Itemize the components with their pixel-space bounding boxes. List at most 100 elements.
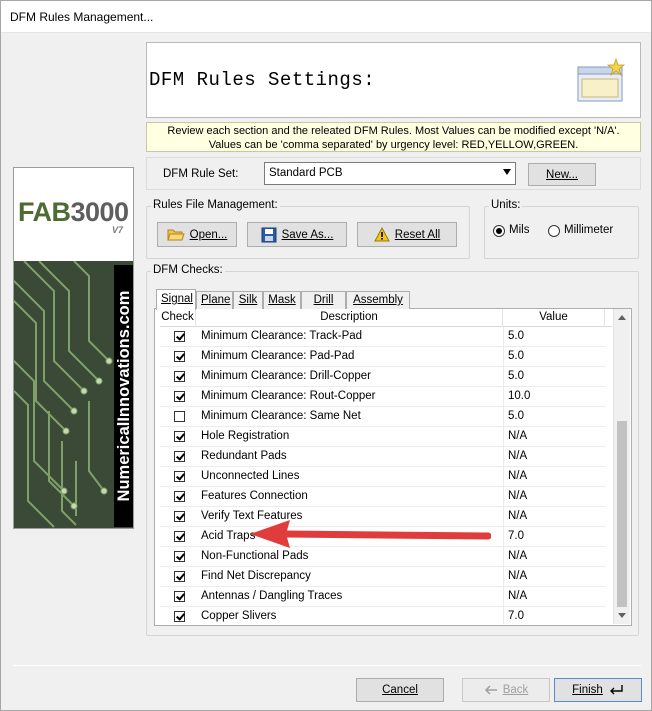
row-check-checkbox[interactable] bbox=[174, 431, 185, 442]
ruleset-label: DFM Rule Set: bbox=[163, 168, 239, 180]
tab-drill[interactable]: Drill bbox=[301, 291, 346, 309]
row-value[interactable]: 5.0 bbox=[508, 407, 524, 427]
settings-window-icon bbox=[577, 57, 626, 102]
folder-open-icon bbox=[166, 229, 185, 240]
row-check-checkbox[interactable] bbox=[174, 331, 185, 342]
row-value[interactable]: 7.0 bbox=[508, 607, 524, 624]
save-as-button[interactable]: Save As... bbox=[247, 222, 347, 247]
table-row[interactable]: Minimum Clearance: Track-Pad 5.0 bbox=[160, 327, 605, 347]
row-value[interactable]: N/A bbox=[508, 467, 527, 487]
table-row[interactable]: Minimum Clearance: Pad-Pad 5.0 bbox=[160, 347, 605, 367]
column-header-check[interactable]: Check bbox=[160, 309, 196, 327]
column-separator bbox=[503, 607, 504, 624]
finish-button[interactable]: Finish bbox=[554, 678, 642, 702]
row-description: Features Connection bbox=[201, 490, 308, 502]
row-value[interactable]: 10.0 bbox=[508, 387, 530, 407]
row-value[interactable]: N/A bbox=[508, 427, 527, 447]
tab-signal-label: Signal bbox=[161, 293, 193, 305]
column-separator bbox=[503, 347, 504, 367]
row-description: Antennas / Dangling Traces bbox=[201, 590, 343, 602]
tab-plane[interactable]: Plane bbox=[196, 291, 233, 309]
column-header-description[interactable]: Description bbox=[196, 309, 503, 327]
tab-plane-label: Plane bbox=[201, 294, 231, 306]
row-description: Redundant Pads bbox=[201, 450, 287, 462]
row-value[interactable]: N/A bbox=[508, 547, 527, 567]
dfm-rules-window: DFM Rules Management... DFM Rules Settin… bbox=[0, 0, 652, 711]
table-row[interactable]: Minimum Clearance: Same Net 5.0 bbox=[160, 407, 605, 427]
tab-drill-label: Drill bbox=[313, 294, 334, 306]
table-row[interactable]: Features Connection N/A bbox=[160, 487, 605, 507]
row-check-checkbox[interactable] bbox=[174, 531, 185, 542]
dfm-checks-group-label: DFM Checks: bbox=[151, 264, 225, 276]
row-value[interactable]: 5.0 bbox=[508, 367, 524, 387]
row-check-checkbox[interactable] bbox=[174, 511, 185, 522]
save-as-button-label: Save As... bbox=[281, 228, 334, 241]
row-description: Unconnected Lines bbox=[201, 470, 300, 482]
row-check-checkbox[interactable] bbox=[174, 591, 185, 602]
reset-all-button[interactable]: Reset All bbox=[357, 222, 457, 247]
column-header-value[interactable]: Value bbox=[503, 309, 605, 327]
row-value[interactable]: N/A bbox=[508, 587, 527, 607]
row-value[interactable]: N/A bbox=[508, 567, 527, 587]
row-check-checkbox[interactable] bbox=[174, 391, 185, 402]
tab-signal[interactable]: Signal bbox=[156, 289, 196, 310]
tab-silk[interactable]: Silk bbox=[233, 291, 263, 309]
column-separator bbox=[503, 387, 504, 407]
row-check-checkbox[interactable] bbox=[174, 451, 185, 462]
row-check-checkbox[interactable] bbox=[174, 471, 185, 482]
table-row[interactable]: Minimum Clearance: Rout-Copper 10.0 bbox=[160, 387, 605, 407]
warning-icon bbox=[373, 227, 390, 242]
ruleset-dropdown[interactable]: Standard PCB bbox=[264, 162, 516, 185]
units-radio-mils[interactable] bbox=[493, 225, 505, 237]
ruleset-selected-value: Standard PCB bbox=[269, 167, 343, 179]
new-ruleset-button[interactable]: New... bbox=[528, 163, 596, 186]
row-value[interactable]: N/A bbox=[508, 507, 527, 527]
table-row[interactable]: Unconnected Lines N/A bbox=[160, 467, 605, 487]
header-panel: DFM Rules Settings: bbox=[146, 42, 641, 118]
scroll-up-arrow-icon[interactable] bbox=[614, 309, 630, 326]
column-separator bbox=[503, 467, 504, 487]
row-check-checkbox[interactable] bbox=[174, 491, 185, 502]
row-value[interactable]: 7.0 bbox=[508, 527, 524, 547]
enter-arrow-icon bbox=[609, 685, 623, 695]
table-vertical-scrollbar[interactable] bbox=[613, 309, 630, 624]
row-description: Find Net Discrepancy bbox=[201, 570, 311, 582]
row-check-checkbox[interactable] bbox=[174, 551, 185, 562]
footer-divider bbox=[13, 665, 641, 666]
table-row[interactable]: Antennas / Dangling Traces N/A bbox=[160, 587, 605, 607]
row-check-checkbox[interactable] bbox=[174, 351, 185, 362]
row-check-checkbox[interactable] bbox=[174, 371, 185, 382]
floppy-disk-icon bbox=[261, 227, 277, 242]
back-arrow-icon bbox=[484, 685, 497, 695]
table-row[interactable]: Copper Slivers 7.0 bbox=[160, 607, 605, 624]
row-check-checkbox[interactable] bbox=[174, 411, 185, 422]
row-description: Minimum Clearance: Drill-Copper bbox=[201, 370, 371, 382]
row-check-checkbox[interactable] bbox=[174, 571, 185, 582]
tab-mask[interactable]: Mask bbox=[263, 291, 301, 309]
cancel-button[interactable]: Cancel bbox=[356, 678, 444, 702]
scroll-down-arrow-icon[interactable] bbox=[614, 607, 630, 624]
row-check-checkbox[interactable] bbox=[174, 611, 185, 622]
table-row[interactable]: Find Net Discrepancy N/A bbox=[160, 567, 605, 587]
table-row[interactable]: Hole Registration N/A bbox=[160, 427, 605, 447]
notice-line-2: Values can be 'comma separated' by urgen… bbox=[208, 139, 579, 151]
row-value[interactable]: N/A bbox=[508, 487, 527, 507]
scrollbar-thumb[interactable] bbox=[617, 421, 627, 607]
units-group bbox=[484, 206, 639, 259]
open-button[interactable]: Open... bbox=[157, 222, 237, 247]
row-value[interactable]: 5.0 bbox=[508, 327, 524, 347]
back-button[interactable]: Back bbox=[462, 678, 550, 702]
vendor-name: NumericalInnovations.com bbox=[115, 290, 133, 502]
row-value[interactable]: 5.0 bbox=[508, 347, 524, 367]
cancel-button-label: Cancel bbox=[382, 684, 418, 696]
units-radio-millimeter[interactable] bbox=[548, 225, 560, 237]
column-separator bbox=[503, 407, 504, 427]
table-row[interactable]: Redundant Pads N/A bbox=[160, 447, 605, 467]
units-option-mils: Mils bbox=[509, 224, 530, 236]
finish-button-label: Finish bbox=[572, 684, 603, 696]
back-button-label: Back bbox=[502, 684, 529, 696]
table-row[interactable]: Minimum Clearance: Drill-Copper 5.0 bbox=[160, 367, 605, 387]
row-value[interactable]: N/A bbox=[508, 447, 527, 467]
tab-assembly-label: Assembly bbox=[353, 294, 403, 306]
tab-assembly[interactable]: Assembly bbox=[346, 291, 410, 309]
